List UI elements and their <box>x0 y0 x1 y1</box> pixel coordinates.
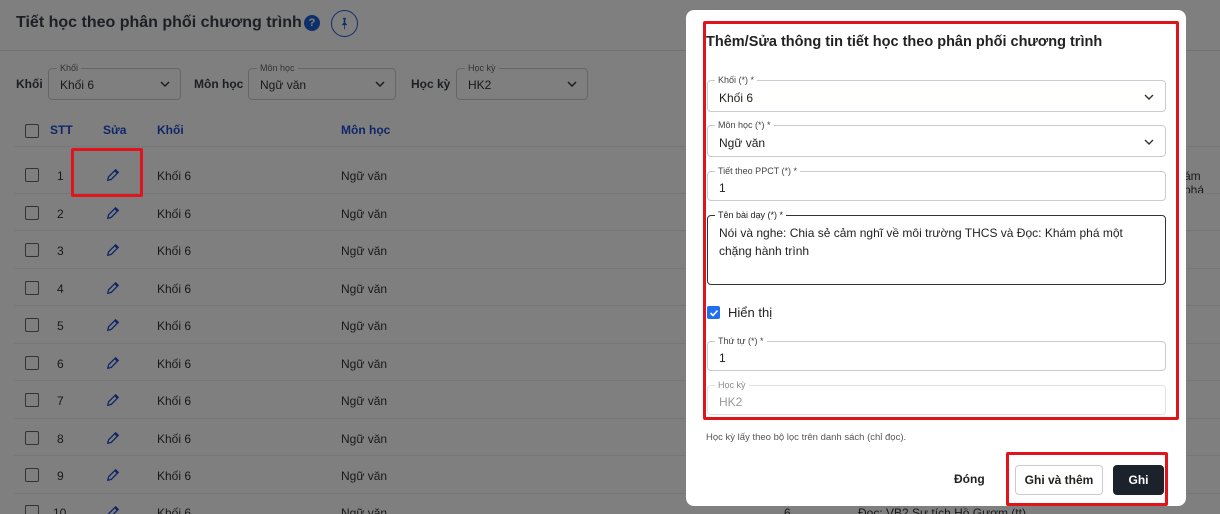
highlight-edit-button <box>71 148 143 197</box>
hoc-ky-note: Học kỳ lấy theo bộ lọc trên danh sách (c… <box>706 432 907 443</box>
close-button[interactable]: Đóng <box>954 472 985 486</box>
highlight-save-buttons <box>1006 452 1168 506</box>
highlight-form-area <box>703 21 1179 420</box>
